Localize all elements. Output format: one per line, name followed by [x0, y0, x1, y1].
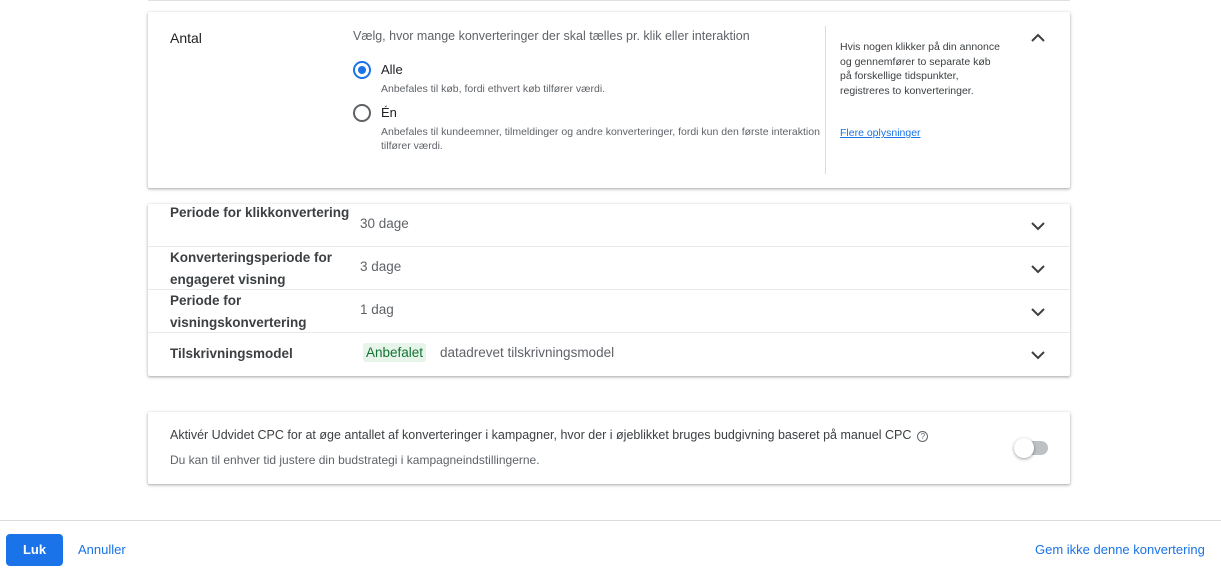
setting-row-engaged-view[interactable]: Konverteringsperiode for engageret visni… — [148, 247, 1070, 290]
radio-en[interactable] — [353, 104, 371, 122]
radio-alle[interactable] — [353, 61, 371, 79]
help-icon[interactable]: ? — [917, 431, 929, 442]
setting-title: Periode for klikkonvertering — [170, 205, 350, 220]
setting-row-click-window[interactable]: Periode for klikkonvertering 30 dage — [148, 204, 1070, 247]
setting-value: 3 dage — [360, 259, 402, 274]
enhanced-cpc-toggle[interactable] — [1014, 438, 1048, 458]
expand-button[interactable] — [1026, 214, 1050, 238]
footer-divider — [0, 520, 1221, 521]
antal-description: Vælg, hvor mange konverteringer der skal… — [353, 29, 750, 43]
option-alle-description: Anbefales til køb, fordi ethvert køb til… — [381, 83, 606, 95]
setting-value: 30 dage — [360, 216, 409, 231]
enhanced-cpc-text: Aktivér Udvidet CPC for at øge antallet … — [170, 428, 912, 442]
recommended-badge: Anbefalet — [363, 343, 427, 362]
setting-title: Tilskrivningsmodel — [170, 346, 293, 361]
chevron-down-icon — [1031, 222, 1045, 231]
chevron-up-icon — [1031, 33, 1045, 42]
antal-section: Antal Vælg, hvor mange konverteringer de… — [148, 12, 1070, 188]
expand-button[interactable] — [1026, 300, 1050, 324]
toggle-knob — [1014, 438, 1034, 458]
setting-value: 1 dag — [360, 302, 394, 317]
setting-row-view-through[interactable]: Periode for visningskonvertering 1 dag — [148, 290, 1070, 333]
option-en-label: Én — [381, 105, 397, 120]
expand-button[interactable] — [1026, 257, 1050, 281]
chevron-down-icon — [1031, 308, 1045, 317]
setting-value: datadrevet tilskrivningsmodel — [440, 345, 615, 360]
antal-title: Antal — [170, 30, 202, 46]
collapse-button[interactable] — [1026, 26, 1050, 50]
cancel-button[interactable]: Annuller — [78, 542, 126, 557]
setting-row-attribution[interactable]: Tilskrivningsmodel Anbefalet datadrevet … — [148, 333, 1070, 376]
close-button[interactable]: Luk — [6, 534, 63, 566]
enhanced-cpc-label: Aktivér Udvidet CPC for at øge antallet … — [170, 428, 929, 442]
chevron-down-icon — [1031, 351, 1045, 360]
help-divider — [825, 26, 826, 174]
help-text: Hvis nogen klikker på din annonce og gen… — [840, 41, 1000, 97]
conversion-settings-group: Periode for klikkonvertering 30 dage Kon… — [148, 204, 1070, 376]
enhanced-cpc-subtext: Du kan til enhver tid justere din budstr… — [170, 453, 540, 467]
chevron-down-icon — [1031, 265, 1045, 274]
option-en-description: Anbefales til kundeemner, tilmeldinger o… — [381, 126, 820, 152]
dont-save-conversion-button[interactable]: Gem ikke denne konvertering — [1035, 542, 1205, 557]
setting-title: Periode for visningskonvertering — [170, 293, 307, 330]
enhanced-cpc-card: Aktivér Udvidet CPC for at øge antallet … — [148, 412, 1070, 484]
setting-title: Konverteringsperiode for engageret visni… — [170, 250, 333, 287]
previous-card-edge — [148, 0, 1070, 1]
expand-button[interactable] — [1026, 343, 1050, 367]
option-alle-label: Alle — [381, 62, 403, 77]
more-info-link[interactable]: Flere oplysninger — [840, 127, 921, 139]
